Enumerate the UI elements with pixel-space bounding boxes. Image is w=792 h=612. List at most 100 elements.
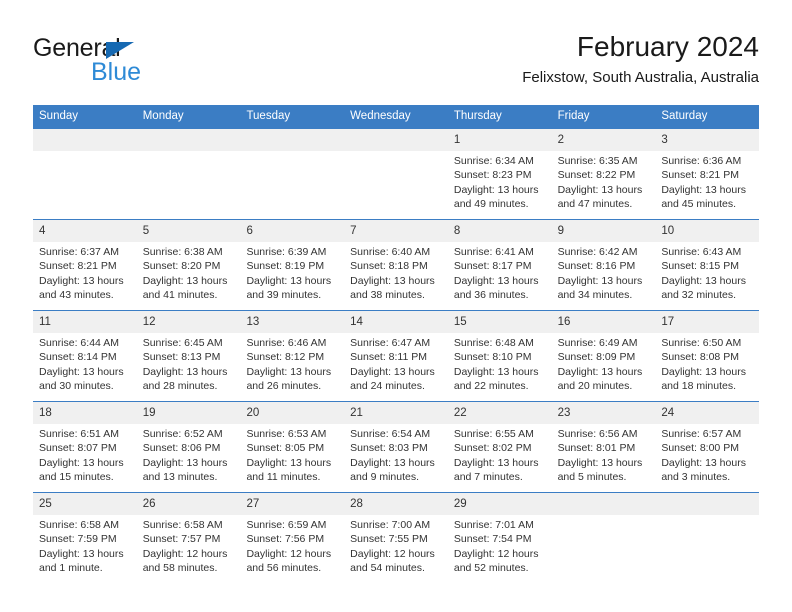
week-detail-band: Sunrise: 6:34 AM Sunset: 8:23 PM Daylight:… (33, 150, 759, 219)
day-info-daylight1: Daylight: 13 hours (350, 365, 435, 378)
day-number[interactable]: 4 (33, 220, 137, 242)
day-cell[interactable]: Sunrise: 6:36 AM Sunset: 8:21 PM Daylight:… (655, 151, 759, 219)
day-cell[interactable]: Sunrise: 6:58 AM Sunset: 7:59 PM Daylight:… (33, 515, 137, 583)
day-cell[interactable]: Sunrise: 6:58 AM Sunset: 7:57 PM Daylight:… (137, 515, 241, 583)
day-cell[interactable]: Sunrise: 6:59 AM Sunset: 7:56 PM Daylight:… (240, 515, 344, 583)
day-number[interactable]: 11 (33, 311, 137, 333)
day-cell[interactable]: Sunrise: 6:34 AM Sunset: 8:23 PM Daylight:… (448, 151, 552, 219)
day-number[interactable]: 27 (240, 493, 344, 515)
week-day-number-band: 11 12 13 14 15 16 17 (33, 310, 759, 333)
day-cell[interactable]: Sunrise: 6:50 AM Sunset: 8:08 PM Daylight:… (655, 333, 759, 401)
day-info-daylight2: and 7 minutes. (453, 471, 523, 484)
day-info-sunrise: Sunrise: 6:38 AM (142, 245, 223, 258)
day-number[interactable]: 26 (137, 493, 241, 515)
day-cell[interactable]: Sunrise: 6:49 AM Sunset: 8:09 PM Daylight:… (552, 333, 656, 401)
day-number[interactable]: 5 (137, 220, 241, 242)
week-detail-band: Sunrise: 6:58 AM Sunset: 7:59 PM Daylight:… (33, 514, 759, 583)
day-info-daylight1: Daylight: 13 hours (39, 547, 124, 560)
day-number[interactable]: 24 (655, 402, 759, 424)
day-number[interactable]: 10 (655, 220, 759, 242)
day-info-daylight1: Daylight: 12 hours (246, 547, 332, 560)
day-number[interactable]: 2 (552, 129, 656, 151)
day-cell[interactable]: Sunrise: 6:41 AM Sunset: 8:17 PM Daylight:… (448, 242, 552, 310)
day-cell[interactable]: Sunrise: 6:40 AM Sunset: 8:18 PM Daylight:… (344, 242, 448, 310)
day-cell[interactable]: Sunrise: 6:45 AM Sunset: 8:13 PM Daylight:… (137, 333, 241, 401)
day-cell-empty (552, 515, 656, 583)
day-info-sunset: Sunset: 8:01 PM (557, 442, 636, 455)
day-number[interactable]: 20 (240, 402, 344, 424)
general-blue-logo[interactable]: General Blue (33, 36, 263, 92)
day-cell-empty (344, 151, 448, 219)
weeks-container: 1 2 3 Sunrise: 6:34 AM Sunset: 8:23 PM Daylig… (33, 128, 759, 583)
day-number[interactable]: 29 (448, 493, 552, 515)
day-number[interactable]: 21 (344, 402, 448, 424)
day-info-daylight2: and 52 minutes. (453, 562, 529, 575)
day-info-sunset: Sunset: 7:57 PM (142, 533, 221, 546)
day-info-daylight1: Daylight: 13 hours (661, 274, 746, 287)
week-day-number-band: 18 19 20 21 22 23 24 (33, 401, 759, 424)
day-number[interactable]: 1 (448, 129, 552, 151)
day-number[interactable]: 3 (655, 129, 759, 151)
day-number[interactable]: 19 (137, 402, 241, 424)
day-cell-empty (655, 515, 759, 583)
day-number[interactable]: 25 (33, 493, 137, 515)
day-number[interactable]: 15 (448, 311, 552, 333)
day-info-daylight2: and 36 minutes. (453, 289, 529, 302)
week-day-number-band: 123 (33, 128, 759, 151)
day-info-daylight1: Daylight: 13 hours (142, 365, 228, 378)
day-info-daylight2: and 11 minutes. (246, 471, 321, 484)
day-cell[interactable]: Sunrise: 6:55 AM Sunset: 8:02 PM Daylight:… (448, 424, 552, 492)
day-number[interactable]: 28 (344, 493, 448, 515)
day-info-sunset: Sunset: 7:55 PM (350, 533, 428, 546)
day-number[interactable]: 16 (552, 311, 656, 333)
day-info-sunset: Sunset: 8:14 PM (39, 351, 117, 364)
day-cell[interactable]: Sunrise: 6:54 AM Sunset: 8:03 PM Daylight:… (344, 424, 448, 492)
day-cell[interactable]: Sunrise: 7:01 AM Sunset: 7:54 PM Daylight:… (448, 515, 552, 583)
day-cell[interactable]: Sunrise: 6:37 AM Sunset: 8:21 PM Daylight:… (33, 242, 137, 310)
day-info-daylight2: and 9 minutes. (350, 471, 420, 484)
day-info-sunrise: Sunrise: 6:54 AM (350, 427, 431, 440)
day-cell[interactable]: Sunrise: 6:42 AM Sunset: 8:16 PM Daylight:… (552, 242, 656, 310)
day-info-sunrise: Sunrise: 7:00 AM (350, 518, 431, 531)
day-number[interactable]: 18 (33, 402, 137, 424)
day-cell[interactable]: Sunrise: 6:48 AM Sunset: 8:10 PM Daylight:… (448, 333, 552, 401)
day-number[interactable]: 17 (655, 311, 759, 333)
day-cell[interactable]: Sunrise: 6:53 AM Sunset: 8:05 PM Daylight:… (240, 424, 344, 492)
day-cell[interactable]: Sunrise: 6:52 AM Sunset: 8:06 PM Daylight:… (137, 424, 241, 492)
day-info-daylight2: and 41 minutes. (142, 289, 218, 302)
day-number[interactable]: 13 (240, 311, 344, 333)
day-cell[interactable]: Sunrise: 6:43 AM Sunset: 8:15 PM Daylight:… (655, 242, 759, 310)
calendar-page: General Blue February 2024 Felixstow, So… (0, 0, 792, 612)
day-info-sunset: Sunset: 7:59 PM (39, 533, 117, 546)
day-number[interactable]: 14 (344, 311, 448, 333)
day-info-daylight2: and 26 minutes. (246, 380, 322, 393)
day-cell[interactable]: Sunrise: 6:46 AM Sunset: 8:12 PM Daylight:… (240, 333, 344, 401)
day-info-daylight1: Daylight: 12 hours (350, 547, 435, 560)
day-info-sunset: Sunset: 8:07 PM (39, 442, 117, 455)
week-row: 25 26 27 28 29 Sunrise: 6:58 AM Sunset: 7:59 P… (33, 491, 759, 583)
day-cell[interactable]: Sunrise: 6:51 AM Sunset: 8:07 PM Daylight:… (33, 424, 137, 492)
day-info-sunset: Sunset: 8:13 PM (142, 351, 221, 364)
day-number[interactable]: 23 (552, 402, 656, 424)
day-info-sunrise: Sunrise: 6:50 AM (661, 336, 742, 349)
day-cell[interactable]: Sunrise: 6:39 AM Sunset: 8:19 PM Daylight:… (240, 242, 344, 310)
day-cell[interactable]: Sunrise: 6:57 AM Sunset: 8:00 PM Daylight:… (655, 424, 759, 492)
day-info-daylight1: Daylight: 13 hours (557, 274, 643, 287)
day-number[interactable]: 6 (240, 220, 344, 242)
day-cell[interactable]: Sunrise: 6:38 AM Sunset: 8:20 PM Daylight:… (137, 242, 241, 310)
day-cell[interactable]: Sunrise: 6:56 AM Sunset: 8:01 PM Daylight:… (552, 424, 656, 492)
day-cell[interactable]: Sunrise: 6:47 AM Sunset: 8:11 PM Daylight:… (344, 333, 448, 401)
day-number[interactable]: 7 (344, 220, 448, 242)
day-info-sunset: Sunset: 8:06 PM (142, 442, 221, 455)
day-info-daylight1: Daylight: 13 hours (350, 274, 435, 287)
day-number[interactable]: 8 (448, 220, 552, 242)
page-subtitle: Felixstow, South Australia, Australia (522, 69, 759, 87)
day-cell[interactable]: Sunrise: 6:35 AM Sunset: 8:22 PM Daylight:… (552, 151, 656, 219)
day-info-daylight2: and 34 minutes. (557, 289, 633, 302)
day-number[interactable]: 22 (448, 402, 552, 424)
day-cell[interactable]: Sunrise: 7:00 AM Sunset: 7:55 PM Daylight:… (344, 515, 448, 583)
day-cell[interactable]: Sunrise: 6:44 AM Sunset: 8:14 PM Daylight:… (33, 333, 137, 401)
day-number[interactable]: 12 (137, 311, 241, 333)
logo-triangle-icon (106, 42, 134, 59)
day-number[interactable]: 9 (552, 220, 656, 242)
